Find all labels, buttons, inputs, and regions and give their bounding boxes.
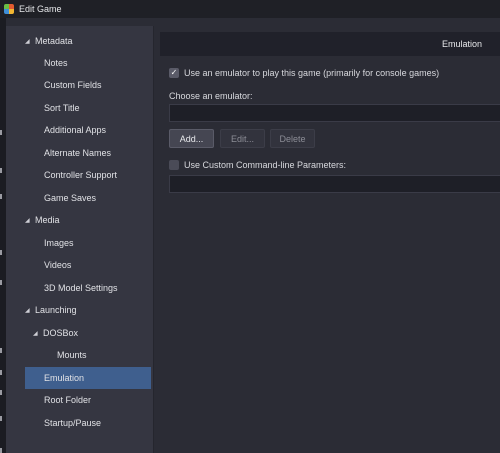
expander-icon[interactable]: ◢ — [25, 307, 35, 314]
window-title: Edit Game — [19, 4, 62, 14]
tree-item-controller-support[interactable]: Controller Support — [25, 164, 151, 186]
tree-item-sort-title[interactable]: Sort Title — [25, 97, 151, 119]
expander-icon[interactable]: ◢ — [25, 217, 35, 224]
emulator-select[interactable] — [169, 104, 500, 122]
panel-title: Emulation — [441, 39, 482, 49]
settings-tree: ◢ Metadata Notes Custom Fields Sort Titl… — [6, 26, 154, 453]
expander-icon[interactable]: ◢ — [33, 330, 43, 337]
tree-item-alternate-names[interactable]: Alternate Names — [25, 142, 151, 164]
choose-emulator-label: Choose an emulator: — [169, 91, 253, 101]
tree-item-custom-fields[interactable]: Custom Fields — [25, 74, 151, 96]
custom-cmd-checkbox[interactable] — [169, 160, 179, 170]
tree-item-media[interactable]: ◢ Media — [25, 209, 151, 231]
tree-item-launching[interactable]: ◢ Launching — [25, 299, 151, 321]
tree-item-root-folder[interactable]: Root Folder — [25, 389, 151, 411]
edit-button[interactable]: Edit... — [220, 129, 265, 148]
app-icon — [4, 4, 14, 14]
tree-item-3d-model-settings[interactable]: 3D Model Settings — [25, 277, 151, 299]
delete-button[interactable]: Delete — [270, 129, 315, 148]
tree-item-emulation[interactable]: Emulation — [25, 367, 151, 389]
tree-item-dosbox[interactable]: ◢ DOSBox — [25, 322, 151, 344]
expander-icon[interactable]: ◢ — [25, 38, 35, 45]
add-button[interactable]: Add... — [169, 129, 214, 148]
use-emulator-checkbox[interactable]: ✓ — [169, 68, 179, 78]
tree-item-notes[interactable]: Notes — [25, 52, 151, 74]
tree-item-mounts[interactable]: Mounts — [25, 344, 151, 366]
tree-item-videos[interactable]: Videos — [25, 254, 151, 276]
use-emulator-row[interactable]: ✓ Use an emulator to play this game (pri… — [169, 68, 439, 78]
tree-item-game-saves[interactable]: Game Saves — [25, 187, 151, 209]
tree-item-images[interactable]: Images — [25, 232, 151, 254]
tree-item-additional-apps[interactable]: Additional Apps — [25, 119, 151, 141]
use-emulator-label: Use an emulator to play this game (prima… — [184, 68, 440, 78]
custom-cmd-label: Use Custom Command-line Parameters: — [184, 160, 347, 170]
tree-item-metadata[interactable]: ◢ Metadata — [25, 30, 151, 52]
emulation-panel: Emulation ✓ Use an emulator to play this… — [160, 26, 500, 453]
custom-cmd-row[interactable]: Use Custom Command-line Parameters: — [169, 160, 346, 170]
title-bar: Edit Game — [0, 0, 500, 18]
custom-cmd-input[interactable] — [169, 175, 500, 193]
panel-header: Emulation — [160, 32, 500, 56]
tree-item-startup-pause[interactable]: Startup/Pause — [25, 412, 151, 434]
